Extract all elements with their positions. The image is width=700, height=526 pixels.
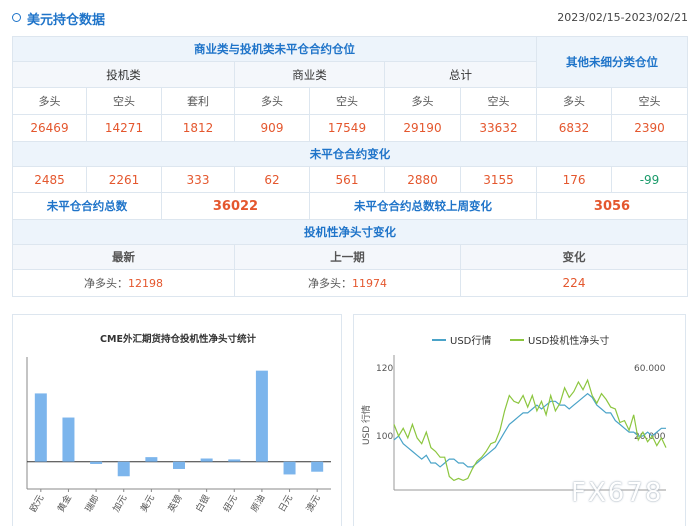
change-row: 2485 2261 333 62 561 2880 3155 176 -99: [12, 166, 689, 193]
chart-legend: USD行情 USD投机性净头寸: [432, 334, 609, 347]
bar-category-label: 原油: [248, 493, 267, 515]
net-latest-cell: 净多头：12198: [12, 269, 235, 297]
bar-category-label: 瑞郎: [82, 493, 101, 515]
change-cell: 333: [161, 166, 235, 193]
bar-category-label: 欧元: [27, 493, 46, 515]
net-prev-label: 净多头：: [308, 277, 352, 290]
change-cell: 2261: [86, 166, 162, 193]
bar-chart-title: CME外汇期货持仓投机性净头寸统计: [100, 333, 256, 345]
col-label: 套利: [161, 87, 235, 115]
value-cell: 33632: [459, 114, 538, 142]
bar-4: [145, 457, 158, 462]
bar-category-label: 加元: [111, 493, 130, 514]
col-label: 多头: [384, 87, 461, 115]
legend-usd: USD行情: [450, 334, 491, 347]
positions-table: 商业类与投机类未平仓合约仓位 其他未细分类仓位 投机类 商业类 总计 多头 空头…: [11, 36, 689, 297]
y-left-tick: 120: [376, 364, 393, 374]
col-label: 空头: [309, 87, 385, 115]
oi-total-label: 未平仓合约总数: [12, 192, 162, 220]
net-header-change: 变化: [459, 244, 689, 270]
change-cell: 2485: [12, 166, 87, 193]
net-value-row: 净多头：12198 净多头：11974 224: [12, 269, 689, 297]
group-title: 商业类与投机类未平仓合约仓位: [11, 36, 538, 62]
change-cell: 62: [234, 166, 310, 193]
oi-total-row: 未平仓合约总数 36022 未平仓合约总数较上周变化 3056: [12, 192, 689, 220]
net-header-prev: 上一期: [234, 244, 461, 270]
change-cell: 2880: [384, 166, 461, 193]
col-label: 空头: [459, 87, 538, 115]
col-label: 多头: [234, 87, 310, 115]
col-label: 空头: [86, 87, 162, 115]
bar-chart: CME外汇期货持仓投机性净头寸统计 欧元 黄金 瑞郎 加元 美元 英镑 白银 纽元 原油 日元 澳元: [26, 333, 331, 515]
oi-change-label: 未平仓合约总数较上周变化: [308, 192, 538, 220]
net-latest-value: 12198: [128, 277, 163, 290]
change-cell: 3155: [459, 166, 538, 193]
bar-category-label: 日元: [277, 493, 296, 514]
bar-3: [117, 461, 130, 477]
bar-category-label: 纽元: [220, 493, 239, 515]
change-cell-negative: -99: [611, 166, 689, 193]
net-prev-cell: 净多头：11974: [234, 269, 461, 297]
oi-total-value: 36022: [161, 192, 310, 220]
change-cell: 561: [309, 166, 385, 193]
bar-1: [62, 417, 75, 462]
page-title: 美元持仓数据: [27, 13, 106, 28]
bar-8: [255, 370, 268, 462]
bullet-ring-icon: [12, 13, 21, 22]
other-title: 其他未细分类仓位: [536, 36, 689, 88]
bar-9: [283, 461, 296, 475]
net-header-latest: 最新: [12, 244, 235, 270]
net-header-row: 最新 上一期 变化: [12, 244, 689, 270]
net-title: 投机性净头寸变化: [11, 219, 689, 245]
y-right-tick: 60.000: [634, 364, 666, 374]
legend-spec: USD投机性净头寸: [528, 334, 609, 347]
spec-label: 投机类: [12, 61, 235, 88]
col-label: 多头: [536, 87, 613, 115]
value-cell: 2390: [611, 114, 689, 142]
bar-category-label: 美元: [138, 493, 157, 515]
net-latest-label: 净多头：: [84, 277, 128, 290]
net-prev-value: 11974: [352, 277, 387, 290]
bar-category-label: 英镑: [165, 493, 184, 515]
change-title: 未平仓合约变化: [11, 141, 689, 167]
section-header: 美元持仓数据 2023/02/15-2023/02/21: [0, 0, 700, 34]
value-cell: 909: [234, 114, 310, 142]
total-label: 总计: [383, 61, 538, 88]
bar-7: [228, 459, 241, 462]
bar-category-label: 黄金: [55, 493, 74, 515]
value-cell: 17549: [309, 114, 385, 142]
column-label-row: 多头 空头 套利 多头 空头 多头 空头 多头 空头: [12, 87, 689, 115]
bar-chart-panel: CME外汇期货持仓投机性净头寸统计 欧元 黄金 瑞郎 加元 美元 英镑 白银 纽元 原油 日元 澳元: [12, 314, 342, 526]
bar-category-label: 澳元: [303, 493, 322, 515]
y-left-axis-label: USD 行情: [360, 405, 372, 445]
usd-price-line: [393, 392, 666, 468]
usd-spec-net-line: [393, 378, 667, 482]
bar-10: [311, 461, 324, 472]
oi-change-value: 3056: [536, 192, 689, 220]
date-range: 2023/02/15-2023/02/21: [557, 11, 688, 24]
watermark-logo: FX678: [571, 478, 664, 508]
value-cell: 1812: [161, 114, 235, 142]
change-cell: 176: [536, 166, 613, 193]
bar-6: [200, 458, 213, 462]
value-cell: 14271: [86, 114, 162, 142]
bar-category-label: 白银: [193, 493, 212, 515]
col-label: 空头: [611, 87, 689, 115]
y-left-tick: 100: [376, 432, 393, 442]
value-row: 26469 14271 1812 909 17549 29190 33632 6…: [12, 114, 689, 142]
bar-2: [90, 461, 103, 464]
value-cell: 6832: [536, 114, 613, 142]
value-cell: 29190: [384, 114, 461, 142]
col-label: 多头: [12, 87, 87, 115]
value-cell: 26469: [12, 114, 87, 142]
comm-label: 商业类: [234, 61, 385, 88]
bar-0: [34, 393, 47, 462]
bar-5: [173, 461, 185, 469]
net-change-value: 224: [459, 269, 689, 297]
